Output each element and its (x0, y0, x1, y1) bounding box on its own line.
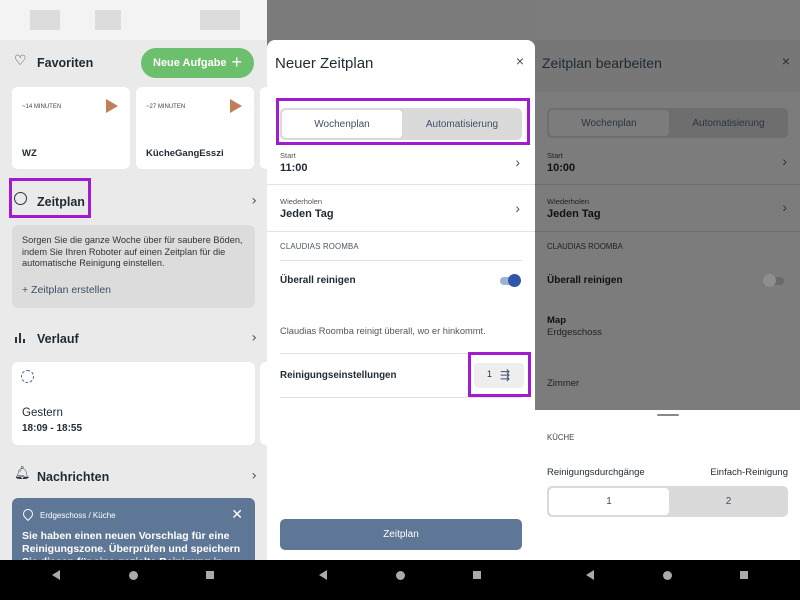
chevron-right-icon: › (251, 468, 257, 484)
repeat-label: Wiederholen (547, 197, 590, 206)
history-time: 18:09 - 18:55 (22, 423, 83, 434)
back-icon[interactable] (52, 560, 60, 590)
home-icon[interactable] (129, 560, 138, 590)
repeat-field[interactable]: Wiederholen Jeden Tag › (535, 185, 800, 232)
heart-icon: ♡ (14, 53, 27, 69)
highlight-cleaning-settings (468, 352, 531, 397)
robot-section-title: CLAUDIAS ROOMBA (280, 242, 359, 251)
chevron-right-icon: › (251, 330, 257, 346)
chevron-right-icon: › (515, 154, 520, 170)
pass-option-1[interactable]: 1 (549, 488, 669, 515)
repeat-field[interactable]: Wiederholen Jeden Tag › (267, 185, 535, 232)
favorite-duration: ~14 MINUTEN (22, 104, 62, 110)
rooms-label: Zimmer (547, 378, 580, 389)
repeat-label: Wiederholen (280, 197, 323, 206)
new-task-button[interactable]: Neue Aufgabe + (141, 48, 254, 78)
bar-chart-icon (15, 331, 27, 343)
pass-option-2[interactable]: 2 (671, 488, 786, 515)
messages-row[interactable]: 🔔︎ Nachrichten › (0, 466, 267, 486)
home-icon[interactable] (396, 560, 405, 590)
repeat-value: Jeden Tag (280, 208, 334, 220)
new-task-label: Neue Aufgabe (153, 57, 227, 69)
map-value: Erdgeschoss (547, 327, 602, 338)
schedule-description: Sorgen Sie die ganze Woche über für saub… (22, 235, 243, 268)
passes-value: Einfach-Reinigung (710, 467, 788, 478)
history-card[interactable]: Gestern 18:09 - 18:55 (12, 362, 255, 445)
android-navigation-bar (0, 560, 800, 600)
repeat-value: Jeden Tag (547, 208, 601, 220)
highlight-tabs (276, 98, 530, 145)
room-section-title: KÜCHE (547, 433, 575, 442)
notification-text: Sie haben einen neuen Vorschlag für eine… (22, 530, 241, 560)
toggle-knob (508, 274, 521, 287)
passes-selector: 1 2 (547, 486, 788, 517)
favorite-name: KücheGangEsszi (146, 148, 224, 159)
history-day: Gestern (22, 407, 63, 419)
start-value: 11:00 (280, 162, 308, 174)
play-icon[interactable] (106, 99, 118, 113)
start-value: 10:00 (547, 162, 576, 174)
close-icon[interactable]: × (516, 53, 524, 69)
create-schedule-link[interactable]: + Zeitplan erstellen (22, 284, 111, 296)
zone-suggestion-notification[interactable]: Erdgeschoss / Küche ✕ Sie haben einen ne… (12, 498, 255, 560)
location-pin-icon (20, 506, 36, 522)
favorite-duration: ~27 MINUTEN (146, 104, 186, 110)
start-label: Start (547, 151, 563, 160)
favorites-label: Favoriten (37, 56, 94, 70)
back-icon[interactable] (586, 560, 594, 590)
close-icon[interactable]: ✕ (231, 506, 243, 523)
close-icon[interactable]: × (782, 53, 790, 69)
chevron-right-icon: › (782, 153, 787, 169)
start-time-field[interactable]: Start 11:00 › (267, 144, 535, 185)
recents-icon[interactable] (206, 560, 214, 590)
favorite-card-wz[interactable]: ~14 MINUTEN WZ (12, 87, 130, 169)
favorite-card-kitchen[interactable]: ~27 MINUTEN KücheGangEsszi (136, 87, 254, 169)
clean-everywhere-label: Überall reinigen (547, 275, 623, 286)
new-schedule-sheet: Neuer Zeitplan × Wochenplan Automatisier… (267, 40, 535, 560)
edit-schedule-screen: Zeitplan bearbeiten × Wochenplan Automat… (535, 0, 800, 560)
clean-everywhere-toggle[interactable] (500, 274, 521, 287)
tab-weekly-plan[interactable]: Wochenplan (549, 110, 669, 136)
start-label: Start (280, 151, 296, 160)
start-time-field[interactable]: Start 10:00 › (535, 145, 800, 185)
notification-location: Erdgeschoss / Küche (40, 511, 116, 520)
play-icon[interactable] (230, 99, 242, 113)
edit-title: Zeitplan bearbeiten (542, 55, 662, 71)
plus-icon: + (231, 52, 242, 72)
chevron-right-icon: › (782, 199, 787, 215)
recents-icon[interactable] (740, 560, 748, 590)
history-row[interactable]: Verlauf › (0, 328, 267, 348)
bell-icon: 🔔︎ (14, 466, 31, 481)
schedule-info-card: Sorgen Sie die ganze Woche über für saub… (12, 225, 255, 308)
toggle-knob (763, 274, 776, 287)
sheet-title: Neuer Zeitplan (275, 55, 374, 72)
history-card-partial[interactable] (260, 362, 267, 445)
robot-status-icon (21, 370, 34, 383)
history-label: Verlauf (37, 332, 79, 346)
home-screen: ♡ Favoriten Neue Aufgabe + ~14 MINUTEN W… (0, 0, 267, 560)
recents-icon[interactable] (473, 560, 481, 590)
new-schedule-screen: Neuer Zeitplan × Wochenplan Automatisier… (267, 0, 535, 560)
highlight-schedule (9, 178, 91, 218)
back-icon[interactable] (319, 560, 327, 590)
cleaning-settings-label: Reinigungseinstellungen (280, 370, 397, 381)
clean-everywhere-toggle[interactable] (763, 274, 784, 287)
favorite-name: WZ (22, 148, 37, 159)
chevron-right-icon: › (251, 193, 257, 209)
clean-everywhere-description: Claudias Roomba reinigt überall, wo er h… (280, 326, 486, 336)
robot-section-title: CLAUDIAS ROOMBA (547, 242, 623, 251)
edit-schedule-type-tabs: Wochenplan Automatisierung (547, 108, 788, 138)
room-settings-sheet: KÜCHE Reinigungsdurchgänge Einfach-Reini… (535, 410, 800, 560)
clean-everywhere-label: Überall reinigen (280, 275, 356, 286)
chevron-right-icon: › (515, 200, 520, 216)
save-schedule-button[interactable]: Zeitplan (280, 519, 522, 550)
passes-label: Reinigungsdurchgänge (547, 467, 645, 478)
favorite-card-partial[interactable] (260, 87, 267, 169)
messages-label: Nachrichten (37, 470, 110, 484)
tab-automation[interactable]: Automatisierung (671, 110, 786, 136)
blurred-status-area (0, 0, 267, 40)
map-label: Map (547, 315, 566, 326)
home-icon[interactable] (663, 560, 672, 590)
drag-handle[interactable] (657, 414, 679, 416)
